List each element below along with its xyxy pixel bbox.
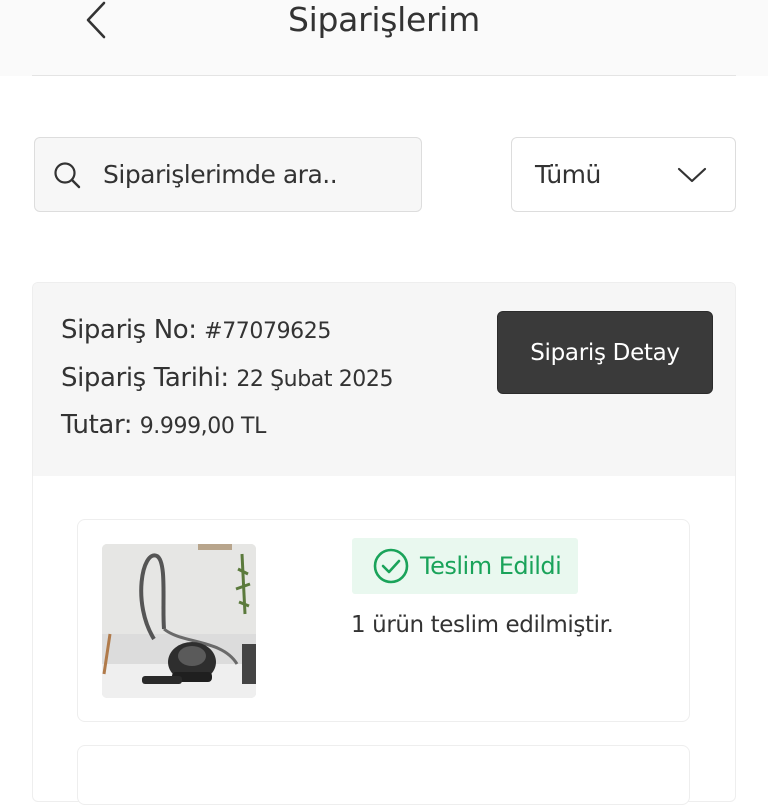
chevron-down-icon <box>677 165 707 185</box>
search-icon <box>53 161 81 189</box>
order-number-row: Sipariş No: #77079625 <box>61 315 331 345</box>
order-number-value: #77079625 <box>204 319 331 344</box>
delivery-status-badge: Teslim Edildi <box>352 538 578 594</box>
order-date-row: Sipariş Tarihi: 22 Şubat 2025 <box>61 363 393 393</box>
order-item-card-next[interactable] <box>77 745 690 805</box>
product-image[interactable] <box>102 544 256 698</box>
order-number-label: Sipariş No: <box>61 315 197 345</box>
filter-selected-value: Tümü <box>535 160 601 189</box>
search-input[interactable] <box>101 159 405 190</box>
delivery-note: 1 ürün teslim edilmiştir. <box>351 612 614 638</box>
order-total-value: 9.999,00 TL <box>139 414 267 439</box>
order-total-label: Tutar: <box>61 410 133 440</box>
order-detail-button[interactable]: Sipariş Detay <box>497 311 713 394</box>
order-summary: Sipariş No: #77079625 Sipariş Tarihi: 22… <box>33 283 735 476</box>
status-filter-select[interactable]: Tümü <box>511 137 736 212</box>
page-title: Siparişlerim <box>288 0 480 39</box>
app-header: Siparişlerim <box>0 0 768 76</box>
order-total-row: Tutar: 9.999,00 TL <box>61 410 266 440</box>
check-circle-icon <box>372 547 410 585</box>
delivery-status-text: Teslim Edildi <box>420 552 562 580</box>
order-date-value: 22 Şubat 2025 <box>236 367 394 392</box>
search-box[interactable] <box>34 137 422 212</box>
order-date-label: Sipariş Tarihi: <box>61 363 229 393</box>
header-divider <box>32 75 736 76</box>
